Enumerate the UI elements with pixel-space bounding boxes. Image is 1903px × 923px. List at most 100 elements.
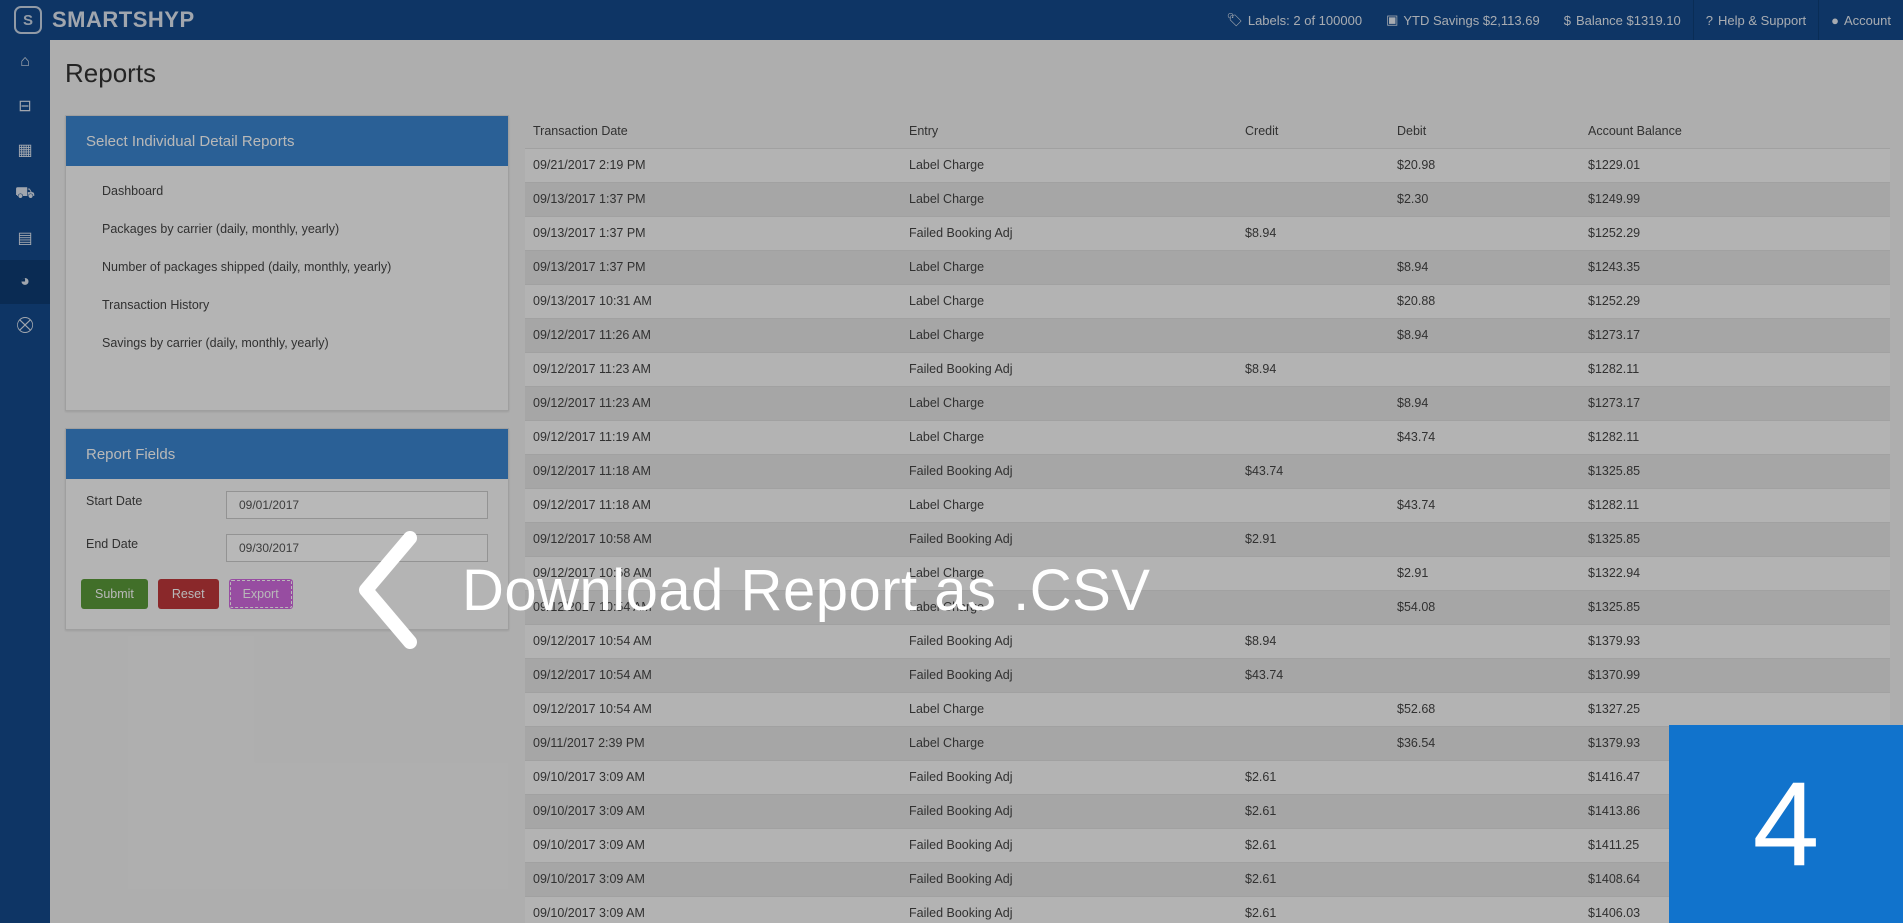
cell-credit xyxy=(1237,691,1389,726)
col-credit[interactable]: Credit xyxy=(1237,115,1389,148)
export-callout: Download Report as .CSV xyxy=(350,530,1151,650)
cell-debit: $54.08 xyxy=(1389,589,1580,624)
sidebar-item-cart[interactable]: ⛒ xyxy=(0,304,50,348)
table-row: 09/12/2017 11:23 AM Label Charge $8.94 $127… xyxy=(525,385,1890,420)
cell-debit: $2.30 xyxy=(1389,181,1580,216)
export-button[interactable]: Export xyxy=(228,579,293,609)
cell-balance: $1243.35 xyxy=(1580,249,1890,284)
table-row: 09/21/2017 2:19 PM Label Charge $20.98 $122… xyxy=(525,147,1890,182)
cell-entry: Label Charge xyxy=(901,181,1237,216)
cell-credit: $2.61 xyxy=(1237,793,1389,828)
cell-date: 09/12/2017 11:18 AM xyxy=(525,487,901,522)
cell-credit xyxy=(1237,181,1389,216)
cell-entry: Label Charge xyxy=(901,385,1237,420)
table-row: 09/12/2017 10:54 AM Failed Booking Adj $43… xyxy=(525,657,1890,692)
cell-balance: $1282.11 xyxy=(1580,351,1890,386)
cell-debit xyxy=(1389,759,1580,794)
col-entry[interactable]: Entry xyxy=(901,115,1237,148)
cell-entry: Failed Booking Adj xyxy=(901,453,1237,488)
cell-date: 09/13/2017 1:37 PM xyxy=(525,249,901,284)
report-link-packages-shipped[interactable]: Number of packages shipped (daily, month… xyxy=(102,256,508,294)
start-date-row: Start Date xyxy=(66,483,508,526)
cell-balance: $1370.99 xyxy=(1580,657,1890,692)
cell-entry: Label Charge xyxy=(901,249,1237,284)
start-date-input[interactable] xyxy=(226,490,488,519)
cell-date: 09/12/2017 10:54 AM xyxy=(525,657,901,692)
chevron-left-icon xyxy=(359,531,417,649)
report-link-packages-by-carrier[interactable]: Packages by carrier (daily, monthly, yea… xyxy=(102,218,508,256)
cell-debit xyxy=(1389,793,1580,828)
cell-debit: $36.54 xyxy=(1389,725,1580,760)
cell-credit xyxy=(1237,589,1389,624)
cell-entry: Label Charge xyxy=(901,487,1237,522)
cell-credit xyxy=(1237,249,1389,284)
top-stats: 🏷 Labels: 2 of 100000 ▣ YTD Savings $2,1… xyxy=(1214,0,1903,40)
cell-credit xyxy=(1237,317,1389,352)
cell-balance: $1282.11 xyxy=(1580,419,1890,454)
table-row: 09/12/2017 10:54 AM Label Charge $52.68 $13… xyxy=(525,691,1890,726)
cell-entry: Failed Booking Adj xyxy=(901,759,1237,794)
report-link-dashboard[interactable]: Dashboard xyxy=(102,180,508,218)
sidebar: ⌂ ⊟ ▦ ⛟ ▤ ◕ ⛒ xyxy=(0,40,50,923)
cell-credit xyxy=(1237,419,1389,454)
cell-date: 09/10/2017 3:09 AM xyxy=(525,895,901,923)
brand[interactable]: S SMARTSHYP xyxy=(0,6,230,34)
cell-debit xyxy=(1389,453,1580,488)
submit-button[interactable]: Submit xyxy=(81,579,148,609)
cell-debit xyxy=(1389,623,1580,658)
sidebar-item-store[interactable]: ⊟ xyxy=(0,84,50,128)
cell-debit: $20.88 xyxy=(1389,283,1580,318)
table-row: 09/13/2017 10:31 AM Label Charge $20.88 $12… xyxy=(525,283,1890,318)
cell-entry: Label Charge xyxy=(901,283,1237,318)
sidebar-item-calendar[interactable]: ▦ xyxy=(0,128,50,172)
cell-balance: $1327.25 xyxy=(1580,691,1890,726)
cell-credit: $8.94 xyxy=(1237,351,1389,386)
cell-date: 09/13/2017 1:37 PM xyxy=(525,215,901,250)
address-book-icon: ▤ xyxy=(17,230,33,247)
table-row: 09/13/2017 1:37 PM Label Charge $8.94 $1243… xyxy=(525,249,1890,284)
cell-entry: Failed Booking Adj xyxy=(901,895,1237,923)
col-account-balance[interactable]: Account Balance xyxy=(1580,115,1890,148)
cell-balance: $1379.93 xyxy=(1580,623,1890,658)
step-number-badge: 4 xyxy=(1669,725,1903,923)
help-support-link[interactable]: ? Help & Support xyxy=(1694,0,1818,40)
table-row: 09/12/2017 11:18 AM Label Charge $43.74 $12… xyxy=(525,487,1890,522)
cell-debit xyxy=(1389,861,1580,896)
cell-date: 09/12/2017 11:23 AM xyxy=(525,351,901,386)
report-link-savings-by-carrier[interactable]: Savings by carrier (daily, monthly, year… xyxy=(102,332,508,370)
cell-credit xyxy=(1237,147,1389,182)
cell-date: 09/11/2017 2:39 PM xyxy=(525,725,901,760)
cell-date: 09/10/2017 3:09 AM xyxy=(525,861,901,896)
cell-date: 09/10/2017 3:09 AM xyxy=(525,759,901,794)
cell-credit xyxy=(1237,385,1389,420)
truck-icon: ⛟ xyxy=(14,185,36,202)
balance-stat: $ Balance $1319.10 xyxy=(1552,0,1693,40)
reset-button[interactable]: Reset xyxy=(157,579,219,609)
cell-credit: $43.74 xyxy=(1237,657,1389,692)
table-row: 09/12/2017 11:18 AM Failed Booking Adj $43… xyxy=(525,453,1890,488)
cell-entry: Label Charge xyxy=(901,419,1237,454)
col-debit[interactable]: Debit xyxy=(1389,115,1580,148)
account-menu[interactable]: ● Account xyxy=(1819,0,1903,40)
sidebar-item-reports[interactable]: ◕ xyxy=(0,260,50,304)
cell-credit xyxy=(1237,283,1389,318)
top-bar: S SMARTSHYP 🏷 Labels: 2 of 100000 ▣ YTD … xyxy=(0,0,1903,40)
cell-debit xyxy=(1389,521,1580,556)
cell-entry: Label Charge xyxy=(901,725,1237,760)
col-transaction-date[interactable]: Transaction Date xyxy=(525,115,901,148)
cell-balance: $1252.29 xyxy=(1580,283,1890,318)
sidebar-item-shipping[interactable]: ⛟ xyxy=(0,172,50,216)
cell-date: 09/13/2017 10:31 AM xyxy=(525,283,901,318)
cell-credit xyxy=(1237,725,1389,760)
cell-balance: $1229.01 xyxy=(1580,147,1890,182)
cell-credit xyxy=(1237,487,1389,522)
sidebar-item-address-book[interactable]: ▤ xyxy=(0,216,50,260)
sidebar-item-home[interactable]: ⌂ xyxy=(0,40,50,84)
cell-entry: Label Charge xyxy=(901,691,1237,726)
report-link-transaction-history[interactable]: Transaction History xyxy=(102,294,508,332)
cell-debit: $8.94 xyxy=(1389,249,1580,284)
table-row: 09/13/2017 1:37 PM Failed Booking Adj $8.9… xyxy=(525,215,1890,250)
detail-reports-heading: Select Individual Detail Reports xyxy=(66,116,508,166)
home-icon: ⌂ xyxy=(20,53,30,70)
cell-date: 09/13/2017 1:37 PM xyxy=(525,181,901,216)
